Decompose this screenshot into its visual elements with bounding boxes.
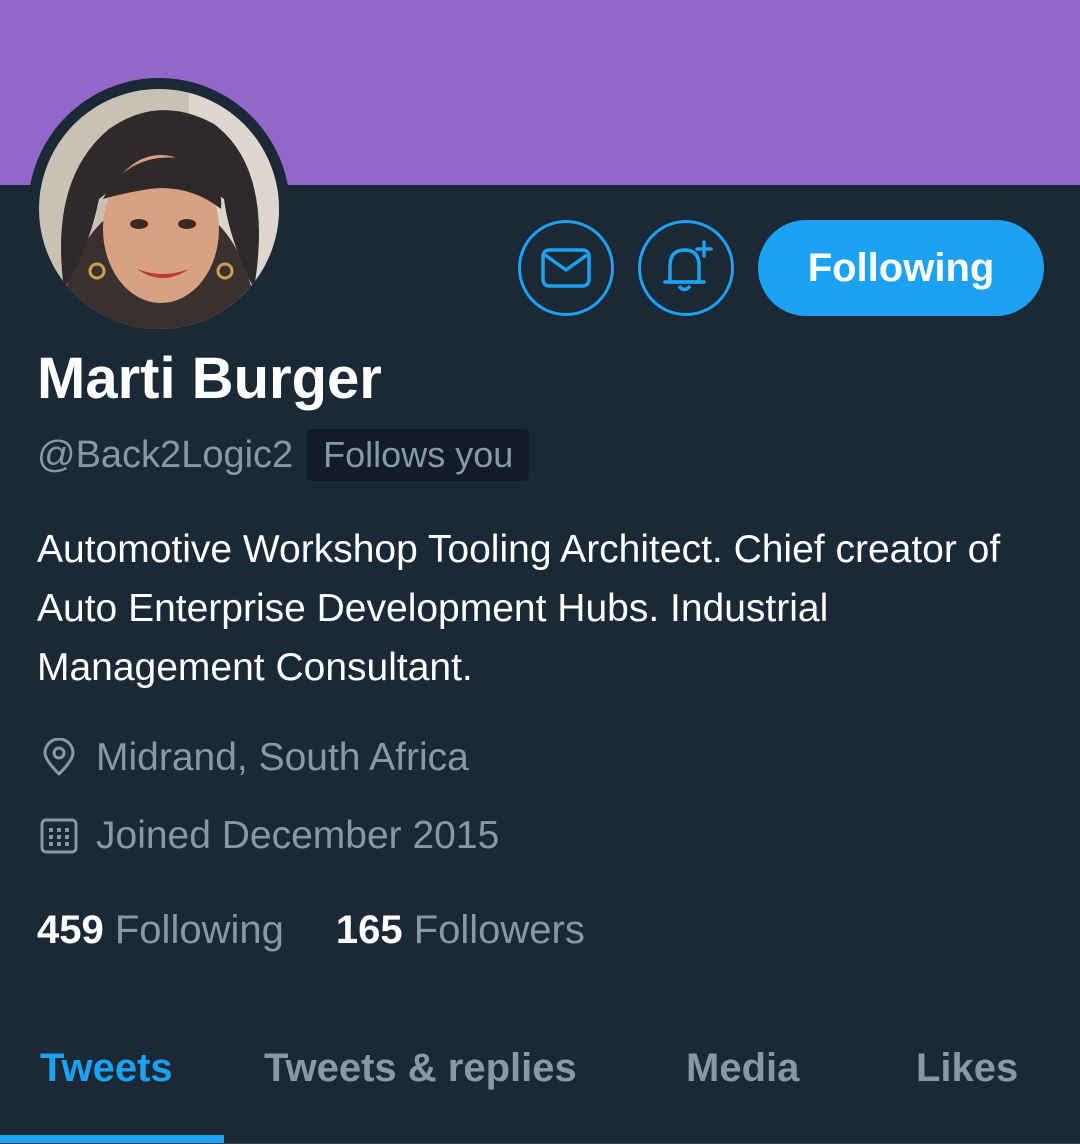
following-label: Following — [114, 908, 284, 952]
tab-media[interactable]: Media — [686, 1046, 799, 1091]
avatar-photo — [39, 89, 279, 329]
location-row: Midrand, South Africa — [37, 736, 469, 780]
joined-row: Joined December 2015 — [37, 814, 499, 858]
joined-text: Joined December 2015 — [96, 814, 500, 857]
followers-label: Followers — [413, 908, 585, 952]
tab-tweets-replies[interactable]: Tweets & replies — [264, 1046, 577, 1091]
avatar[interactable] — [28, 78, 290, 340]
active-tab-indicator — [0, 1135, 224, 1143]
followers-count: 165 — [335, 908, 403, 952]
following-count: 459 — [37, 908, 104, 952]
bell-plus-icon — [663, 240, 713, 292]
envelope-icon — [541, 248, 591, 288]
calendar-icon — [37, 814, 81, 858]
following-stat[interactable]: 459 Following — [37, 908, 284, 953]
profile-tabs: Tweets Tweets & replies Media Likes — [0, 1030, 1080, 1144]
location-pin-icon — [37, 736, 81, 780]
display-name: Marti Burger — [37, 346, 382, 411]
profile-bio: Automotive Workshop Tooling Architect. C… — [37, 528, 1001, 689]
followers-stat[interactable]: 165 Followers — [336, 908, 585, 953]
tab-likes[interactable]: Likes — [916, 1046, 1018, 1091]
handle-row: @Back2Logic2 Follows you — [37, 428, 530, 482]
location-text: Midrand, South Africa — [96, 736, 469, 779]
user-handle: @Back2Logic2 — [37, 433, 294, 476]
profile-page: Following Marti Burger @Back2Logic2 Foll… — [0, 0, 1080, 1144]
following-button[interactable]: Following — [758, 220, 1044, 316]
profile-actions: Following — [518, 220, 1044, 316]
follows-you-badge: Follows you — [307, 429, 530, 481]
profile-stats: 459 Following 165 Followers — [37, 908, 637, 953]
notifications-button[interactable] — [638, 220, 734, 316]
tab-tweets[interactable]: Tweets — [40, 1046, 173, 1091]
message-button[interactable] — [518, 220, 614, 316]
